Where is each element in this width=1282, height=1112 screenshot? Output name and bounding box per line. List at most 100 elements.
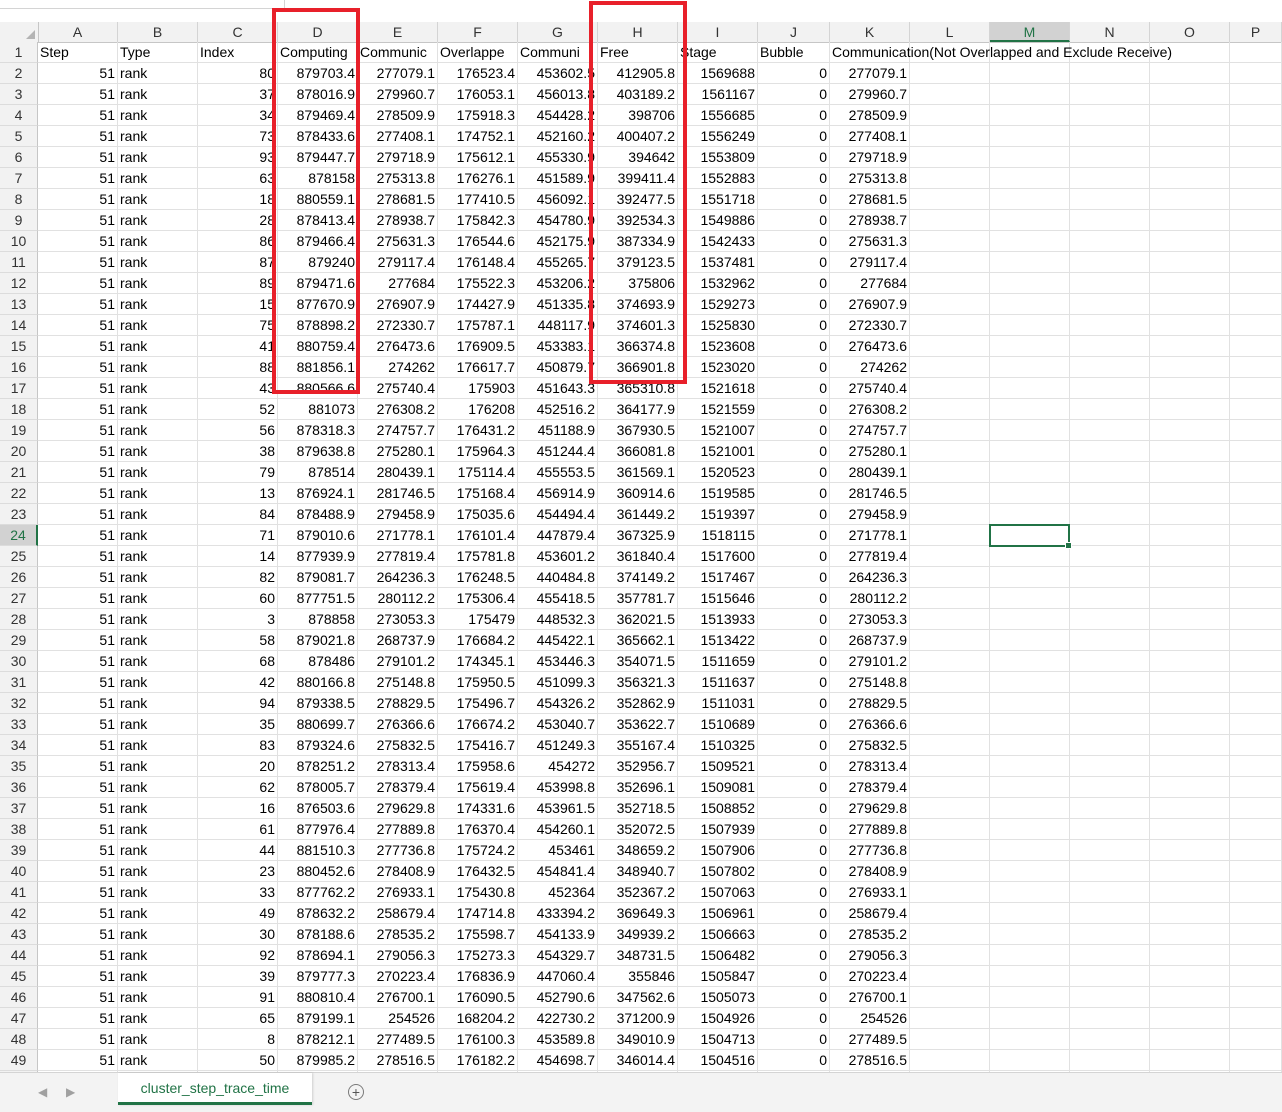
cell-g[interactable]: 455330.9: [518, 147, 597, 167]
cell-f[interactable]: 174752.1: [438, 126, 517, 146]
cell-k[interactable]: 271778.1: [830, 525, 909, 545]
cell-a[interactable]: 51: [38, 672, 117, 692]
cell-f[interactable]: 176182.2: [438, 1050, 517, 1070]
cell-k[interactable]: 258679.4: [830, 903, 909, 923]
row-header-22[interactable]: 22: [0, 483, 38, 504]
cell-i[interactable]: 1504713: [678, 1029, 757, 1049]
cell-h[interactable]: 355846: [598, 966, 677, 986]
cell-b[interactable]: rank: [118, 126, 197, 146]
column-header-k[interactable]: K: [830, 22, 910, 42]
cell-f[interactable]: 175598.7: [438, 924, 517, 944]
cell-j[interactable]: 0: [758, 231, 829, 251]
cell-d[interactable]: 879469.4: [278, 105, 357, 125]
cell-i[interactable]: 1520523: [678, 462, 757, 482]
cell-a[interactable]: 51: [38, 336, 117, 356]
cell-f[interactable]: 176276.1: [438, 168, 517, 188]
cell-h[interactable]: 392534.3: [598, 210, 677, 230]
cell-h[interactable]: 348731.5: [598, 945, 677, 965]
cell-b[interactable]: rank: [118, 903, 197, 923]
cell-f[interactable]: 175035.6: [438, 504, 517, 524]
cell-e[interactable]: 275832.5: [358, 735, 437, 755]
cell-k[interactable]: 278535.2: [830, 924, 909, 944]
cell-k[interactable]: 276933.1: [830, 882, 909, 902]
row-header-27[interactable]: 27: [0, 588, 38, 609]
header-cell[interactable]: Step: [38, 42, 117, 62]
cell-c[interactable]: 87: [198, 252, 277, 272]
cell-k[interactable]: 276907.9: [830, 294, 909, 314]
cell-j[interactable]: 0: [758, 105, 829, 125]
cell-b[interactable]: rank: [118, 273, 197, 293]
cell-k[interactable]: 278516.5: [830, 1050, 909, 1070]
cell-f[interactable]: 176684.2: [438, 630, 517, 650]
cell-j[interactable]: 0: [758, 168, 829, 188]
cell-g[interactable]: 455265.7: [518, 252, 597, 272]
cell-i[interactable]: 1537481: [678, 252, 757, 272]
row-header-32[interactable]: 32: [0, 693, 38, 714]
cell-h[interactable]: 367325.9: [598, 525, 677, 545]
cell-j[interactable]: 0: [758, 840, 829, 860]
cell-e[interactable]: 278681.5: [358, 189, 437, 209]
column-header-i[interactable]: I: [678, 22, 758, 42]
cell-i[interactable]: 1552883: [678, 168, 757, 188]
cell-g[interactable]: 452364: [518, 882, 597, 902]
cell-g[interactable]: 456092.1: [518, 189, 597, 209]
cell-g[interactable]: 453961.5: [518, 798, 597, 818]
cell-k[interactable]: 275313.8: [830, 168, 909, 188]
cell-d[interactable]: 878318.3: [278, 420, 357, 440]
cell-i[interactable]: 1518115: [678, 525, 757, 545]
cell-j[interactable]: 0: [758, 672, 829, 692]
cell-b[interactable]: rank: [118, 147, 197, 167]
cell-f[interactable]: 175964.3: [438, 441, 517, 461]
header-cell[interactable]: Bubble: [758, 42, 829, 62]
column-header-g[interactable]: G: [518, 22, 598, 42]
row-header-12[interactable]: 12: [0, 273, 38, 294]
row-header-25[interactable]: 25: [0, 546, 38, 567]
cell-i[interactable]: 1521007: [678, 420, 757, 440]
cell-j[interactable]: 0: [758, 525, 829, 545]
cell-k[interactable]: 277079.1: [830, 63, 909, 83]
cell-c[interactable]: 56: [198, 420, 277, 440]
cell-i[interactable]: 1521559: [678, 399, 757, 419]
cell-a[interactable]: 51: [38, 105, 117, 125]
cell-e[interactable]: 264236.3: [358, 567, 437, 587]
cell-b[interactable]: rank: [118, 798, 197, 818]
cell-e[interactable]: 279629.8: [358, 798, 437, 818]
cell-g[interactable]: 456914.9: [518, 483, 597, 503]
cell-a[interactable]: 51: [38, 231, 117, 251]
row-header-38[interactable]: 38: [0, 819, 38, 840]
cell-e[interactable]: 280439.1: [358, 462, 437, 482]
cell-g[interactable]: 451099.3: [518, 672, 597, 692]
cell-h[interactable]: 353622.7: [598, 714, 677, 734]
cell-i[interactable]: 1519585: [678, 483, 757, 503]
cell-k[interactable]: 277819.4: [830, 546, 909, 566]
cell-d[interactable]: 880559.1: [278, 189, 357, 209]
sheet-tab[interactable]: cluster_step_trace_time: [118, 1073, 312, 1105]
column-header-c[interactable]: C: [198, 22, 278, 42]
cell-j[interactable]: 0: [758, 924, 829, 944]
cell-g[interactable]: 454329.7: [518, 945, 597, 965]
cell-d[interactable]: 877751.5: [278, 588, 357, 608]
cell-e[interactable]: 275280.1: [358, 441, 437, 461]
cell-a[interactable]: 51: [38, 798, 117, 818]
cell-g[interactable]: 454428.2: [518, 105, 597, 125]
cell-b[interactable]: rank: [118, 945, 197, 965]
cell-a[interactable]: 51: [38, 273, 117, 293]
cell-h[interactable]: 371200.9: [598, 1008, 677, 1028]
cell-h[interactable]: 348940.7: [598, 861, 677, 881]
cell-k[interactable]: 275148.8: [830, 672, 909, 692]
cell-h[interactable]: 349010.9: [598, 1029, 677, 1049]
cell-e[interactable]: 278313.4: [358, 756, 437, 776]
cell-d[interactable]: 880759.4: [278, 336, 357, 356]
row-header-36[interactable]: 36: [0, 777, 38, 798]
cell-d[interactable]: 879466.4: [278, 231, 357, 251]
cell-e[interactable]: 270223.4: [358, 966, 437, 986]
cell-d[interactable]: 879324.6: [278, 735, 357, 755]
cell-f[interactable]: 175612.1: [438, 147, 517, 167]
cell-a[interactable]: 51: [38, 63, 117, 83]
cell-i[interactable]: 1529273: [678, 294, 757, 314]
cell-c[interactable]: 86: [198, 231, 277, 251]
cell-j[interactable]: 0: [758, 63, 829, 83]
cell-a[interactable]: 51: [38, 546, 117, 566]
cell-h[interactable]: 352862.9: [598, 693, 677, 713]
cell-h[interactable]: 354071.5: [598, 651, 677, 671]
